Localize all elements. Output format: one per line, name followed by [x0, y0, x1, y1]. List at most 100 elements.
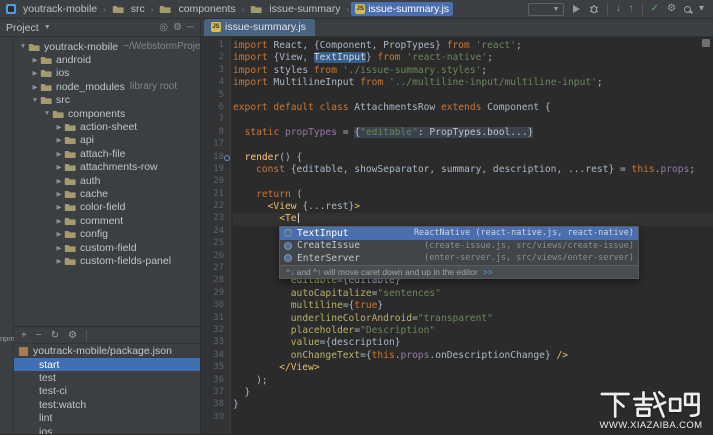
code-line[interactable]: import {View, TextInput} from 'react-nat…: [233, 52, 713, 64]
line-number[interactable]: 25: [201, 238, 230, 250]
chevron-right-icon[interactable]: ▶: [54, 190, 64, 198]
code-line[interactable]: static propTypes = {"editable": PropType…: [233, 127, 713, 139]
chevron-right-icon[interactable]: ▶: [30, 56, 40, 64]
line-number[interactable]: 31: [201, 313, 230, 325]
locate-icon[interactable]: ◎: [159, 22, 168, 33]
code-line[interactable]: multiline={true}: [233, 300, 713, 312]
line-number[interactable]: 8: [201, 127, 230, 139]
completion-item-EnterServer[interactable]: EnterServer(enter-server.js, src/views/e…: [280, 252, 638, 265]
inspection-status-icon[interactable]: [702, 39, 710, 47]
tree-item-ios[interactable]: ▶ios: [14, 67, 200, 80]
npm-script-ios[interactable]: ios: [14, 425, 200, 434]
tree-item-auth[interactable]: ▶auth: [14, 174, 200, 187]
line-number[interactable]: 37: [201, 387, 230, 399]
checkmark-icon[interactable]: ✓: [651, 4, 659, 14]
code-line[interactable]: value={description}: [233, 337, 713, 349]
breadcrumb-file[interactable]: JSissue-summary.js: [351, 2, 453, 16]
editor-gutter[interactable]: 1234567817181920212223242526272829303132…: [201, 37, 231, 434]
chevron-right-icon[interactable]: ▶: [54, 150, 64, 158]
line-number[interactable]: 3: [201, 65, 230, 77]
remove-icon[interactable]: −: [36, 330, 42, 341]
npm-tool-button[interactable]: npm: [0, 334, 14, 343]
breadcrumb-item-issue-summary[interactable]: issue-summary: [246, 2, 344, 16]
line-number[interactable]: 7: [201, 114, 230, 126]
code-line[interactable]: import MultilineInput from '../multiline…: [233, 77, 713, 89]
completion-item-CreateIssue[interactable]: CreateIssue(create-issue.js, src/views/c…: [280, 240, 638, 253]
add-icon[interactable]: +: [21, 330, 27, 341]
gear-icon[interactable]: ⚙: [173, 22, 182, 33]
chevron-right-icon[interactable]: ▶: [54, 230, 64, 238]
tree-item-attach-file[interactable]: ▶attach-file: [14, 147, 200, 160]
chevron-right-icon[interactable]: ▶: [54, 257, 64, 265]
project-panel-title[interactable]: Project: [6, 22, 39, 34]
line-number[interactable]: 30: [201, 300, 230, 312]
code-line[interactable]: [233, 90, 713, 102]
tree-item-src[interactable]: ▼src: [14, 94, 200, 107]
gutter-method-icon[interactable]: [224, 155, 230, 161]
tree-item-node_modules[interactable]: ▶node_moduleslibrary root: [14, 80, 200, 93]
chevron-down-icon[interactable]: ▼: [18, 43, 28, 50]
npm-package-row[interactable]: youtrack-mobile/package.json: [14, 344, 200, 358]
tree-item-attachments-row[interactable]: ▶attachments-row: [14, 161, 200, 174]
npm-settings-gear-icon[interactable]: ⚙: [68, 330, 77, 341]
line-number[interactable]: 23: [201, 213, 230, 225]
refresh-icon[interactable]: ↻: [51, 330, 59, 341]
tree-item-cache[interactable]: ▶cache: [14, 187, 200, 200]
breadcrumb-item-components[interactable]: components: [155, 2, 239, 16]
completion-item-TextInput[interactable]: TextInputReactNative (react-native.js, r…: [280, 227, 638, 240]
code-line[interactable]: import React, {Component, PropTypes} fro…: [233, 40, 713, 52]
line-number[interactable]: 38: [201, 399, 230, 411]
tree-item-comment[interactable]: ▶comment: [14, 214, 200, 227]
chevron-right-icon[interactable]: ▶: [30, 69, 40, 77]
code-line[interactable]: onChangeText={this.props.onDescriptionCh…: [233, 350, 713, 362]
line-number[interactable]: 29: [201, 288, 230, 300]
line-number[interactable]: 34: [201, 350, 230, 362]
vcs-commit-icon[interactable]: ↑: [629, 4, 634, 14]
npm-script-lint[interactable]: lint: [14, 412, 200, 425]
run-icon[interactable]: [572, 4, 581, 14]
npm-script-test-ci[interactable]: test-ci: [14, 385, 200, 398]
breadcrumb-item-src[interactable]: src: [108, 2, 149, 16]
line-number[interactable]: 32: [201, 325, 230, 337]
settings-gear-icon[interactable]: ⚙: [667, 4, 676, 14]
tree-item-action-sheet[interactable]: ▶action-sheet: [14, 120, 200, 133]
tree-item-color-field[interactable]: ▶color-field: [14, 201, 200, 214]
chevron-right-icon[interactable]: ▶: [30, 83, 40, 91]
tree-item-youtrack-mobile[interactable]: ▼youtrack-mobile~/WebstormProjects: [14, 40, 200, 53]
search-icon[interactable]: [684, 6, 691, 13]
tree-item-android[interactable]: ▶android: [14, 53, 200, 66]
hide-panel-icon[interactable]: ─: [187, 22, 194, 33]
npm-script-test:watch[interactable]: test:watch: [14, 398, 200, 411]
chevron-down-icon[interactable]: ▼: [30, 97, 40, 104]
line-number[interactable]: 4: [201, 77, 230, 89]
code-line[interactable]: [233, 114, 713, 126]
code-line[interactable]: export default class AttachmentsRow exte…: [233, 102, 713, 114]
code-line[interactable]: [233, 139, 713, 151]
line-number[interactable]: 2: [201, 52, 230, 64]
line-number[interactable]: 17: [201, 139, 230, 151]
editor[interactable]: 1234567817181920212223242526272829303132…: [201, 37, 713, 434]
debug-icon[interactable]: [589, 4, 599, 14]
tree-item-custom-field[interactable]: ▶custom-field: [14, 241, 200, 254]
line-number[interactable]: 19: [201, 164, 230, 176]
line-number[interactable]: 33: [201, 337, 230, 349]
npm-script-start[interactable]: start: [14, 358, 200, 371]
vcs-update-icon[interactable]: ↓: [616, 4, 621, 14]
code-line[interactable]: [233, 176, 713, 188]
line-number[interactable]: 6: [201, 102, 230, 114]
chevron-down-icon[interactable]: ▼: [42, 110, 52, 117]
code-line[interactable]: placeholder="Description": [233, 325, 713, 337]
breadcrumb-project[interactable]: youtrack-mobile: [19, 2, 101, 16]
chevron-right-icon[interactable]: ▶: [54, 123, 64, 131]
code-line[interactable]: <Te: [233, 213, 713, 225]
code-line[interactable]: );: [233, 375, 713, 387]
chevron-right-icon[interactable]: ▶: [54, 136, 64, 144]
chevron-right-icon[interactable]: ▶: [54, 203, 64, 211]
line-number[interactable]: 21: [201, 189, 230, 201]
chevron-right-icon[interactable]: ▶: [54, 177, 64, 185]
line-number[interactable]: 20: [201, 176, 230, 188]
code-line[interactable]: import styles from './issue-summary.styl…: [233, 65, 713, 77]
run-config-dropdown[interactable]: ▼: [528, 3, 564, 16]
code-line[interactable]: const {editable, showSeparator, summary,…: [233, 164, 713, 176]
line-number[interactable]: 5: [201, 90, 230, 102]
